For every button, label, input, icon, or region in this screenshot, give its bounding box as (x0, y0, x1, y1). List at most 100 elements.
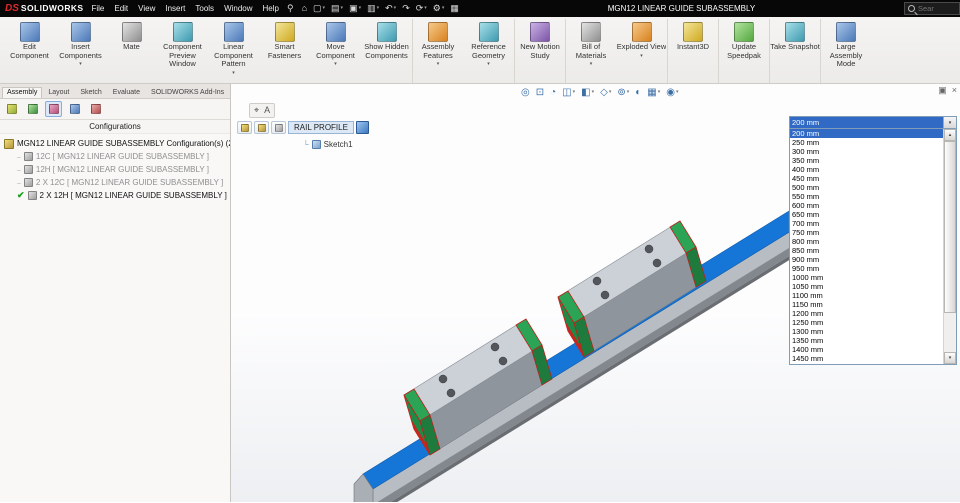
heads-up-button[interactable]: ◫ (560, 85, 577, 99)
length-option[interactable]: 1250 mm (790, 318, 943, 327)
heads-up-button[interactable]: ◧ (579, 85, 596, 99)
flyout-caret-icon[interactable] (640, 53, 643, 59)
menu-item[interactable]: Edit (114, 4, 128, 13)
toolbar-icon[interactable]: ⟳ (416, 4, 427, 13)
graphics-viewport[interactable]: ◎ ⊡ ◔ ◫ ▾ ◧ ▾ ◇ ▾ ⊚ ▾ ◐ ▦ ▾ ◉ ▾ ▣ × ⌖ A … (231, 84, 960, 502)
command-tab[interactable]: SOLIDWORKS Add-Ins (146, 87, 229, 98)
context-button[interactable]: ⌖ (253, 105, 260, 116)
ribbon-command-button[interactable]: New Motion Study (514, 19, 565, 83)
flyout-caret-icon[interactable] (437, 61, 440, 67)
breadcrumb-chip[interactable] (271, 121, 286, 134)
breadcrumb-part-label[interactable]: RAIL PROFILE (288, 121, 354, 134)
configuration-row[interactable]: 12C [ MGN12 LINEAR GUIDE SUBASSEMBLY ] (4, 150, 230, 163)
menu-item[interactable]: Window (224, 4, 252, 13)
scrollbar-track[interactable] (944, 141, 956, 352)
length-option[interactable]: 450 mm (790, 174, 943, 183)
corner-icon[interactable]: ▣ (938, 86, 947, 95)
heads-up-button[interactable]: ⊚ (615, 85, 631, 99)
dropdown-caret-icon[interactable] (394, 6, 397, 11)
configuration-row[interactable]: 2 X 12H [ MGN12 LINEAR GUIDE SUBASSEMBLY… (4, 189, 230, 202)
menu-item[interactable]: Insert (165, 4, 185, 13)
list-scrollbar[interactable]: ▴ ▾ (943, 129, 956, 364)
length-option[interactable]: 1450 mm (790, 354, 943, 363)
ribbon-command-button[interactable]: Smart Fasteners (259, 19, 310, 83)
command-tab[interactable]: Evaluate (108, 87, 145, 98)
length-option[interactable]: 550 mm (790, 192, 943, 201)
ribbon-command-button[interactable]: Large Assembly Mode (820, 19, 871, 83)
dropdown-caret-icon[interactable] (377, 6, 380, 11)
scroll-down-arrow[interactable]: ▾ (944, 352, 956, 364)
toolbar-icon[interactable]: ⚙ (433, 4, 445, 13)
length-option[interactable]: 1300 mm (790, 327, 943, 336)
length-option[interactable]: 300 mm (790, 147, 943, 156)
panel-tab[interactable] (87, 101, 104, 117)
toolbar-icon[interactable]: ▤ (331, 4, 343, 13)
menu-item[interactable]: Tools (195, 4, 214, 13)
toolbar-icon[interactable]: ▦ (450, 4, 459, 13)
ribbon-command-button[interactable]: Show Hidden Components (361, 19, 412, 83)
context-button[interactable]: A (263, 105, 271, 116)
search-box[interactable] (904, 2, 960, 15)
toolbar-icon[interactable]: ▥ (367, 4, 379, 13)
length-option[interactable]: 1100 mm (790, 291, 943, 300)
heads-up-button[interactable]: ◎ (519, 85, 532, 99)
ribbon-command-button[interactable]: Insert Components (55, 19, 106, 83)
length-option[interactable]: 1000 mm (790, 273, 943, 282)
configuration-row[interactable]: 2 X 12C [ MGN12 LINEAR GUIDE SUBASSEMBLY… (4, 176, 230, 189)
dropdown-caret-icon[interactable] (359, 6, 362, 11)
length-option[interactable]: 700 mm (790, 219, 943, 228)
linear-rail[interactable] (353, 210, 800, 502)
heads-up-button[interactable]: ▦ (645, 85, 662, 99)
heads-up-button[interactable]: ⊡ (534, 85, 546, 99)
dropdown-caret-icon[interactable] (676, 89, 679, 95)
corner-icon[interactable]: × (952, 86, 957, 95)
flyout-caret-icon[interactable] (334, 61, 337, 67)
ribbon-command-button[interactable]: Mate (106, 19, 157, 83)
toolbar-icon[interactable]: ▢ (313, 4, 325, 13)
length-combo-box[interactable]: 200 mm (789, 116, 957, 129)
breadcrumb-chip[interactable] (237, 121, 252, 134)
dropdown-caret-icon[interactable] (424, 6, 427, 11)
dropdown-caret-icon[interactable] (323, 6, 326, 11)
dropdown-caret-icon[interactable] (609, 89, 612, 95)
breadcrumb-sketch-row[interactable]: Sketch1 (303, 140, 353, 149)
flyout-caret-icon[interactable] (590, 61, 593, 67)
ribbon-command-button[interactable]: Update Speedpak (718, 19, 769, 83)
length-option[interactable]: 1400 mm (790, 345, 943, 354)
dropdown-caret-icon[interactable] (442, 6, 445, 11)
dropdown-caret-icon[interactable] (627, 89, 630, 95)
ribbon-command-button[interactable]: Exploded View (616, 19, 667, 83)
panel-tab[interactable] (66, 101, 83, 117)
length-option[interactable]: 650 mm (790, 210, 943, 219)
pin-menu-icon[interactable]: ⚲ (287, 3, 294, 14)
heads-up-button[interactable]: ◔ (548, 85, 558, 99)
length-option[interactable]: 800 mm (790, 237, 943, 246)
heads-up-button[interactable]: ◇ (598, 85, 613, 99)
toolbar-icon[interactable]: ▣ (349, 4, 361, 13)
panel-tab[interactable] (3, 101, 20, 117)
toolbar-icon[interactable]: ↷ (402, 4, 410, 13)
tree-root-row[interactable]: MGN12 LINEAR GUIDE SUBASSEMBLY Configura… (4, 137, 230, 150)
ribbon-command-button[interactable]: Linear Component Pattern (208, 19, 259, 83)
toolbar-icon[interactable]: ↶ (385, 4, 396, 13)
length-option[interactable]: 900 mm (790, 255, 943, 264)
breadcrumb-chip[interactable] (254, 121, 269, 134)
length-option[interactable]: 850 mm (790, 246, 943, 255)
length-option[interactable]: 1200 mm (790, 309, 943, 318)
ribbon-command-button[interactable]: Assembly Features (412, 19, 463, 83)
dropdown-caret-icon[interactable] (341, 6, 344, 11)
heads-up-button[interactable]: ◐ (633, 85, 643, 99)
flyout-caret-icon[interactable] (232, 70, 235, 76)
flyout-caret-icon[interactable] (79, 61, 82, 67)
ribbon-command-button[interactable]: Bill of Materials (565, 19, 616, 83)
breadcrumb-feature-icon[interactable] (355, 121, 369, 134)
command-tab[interactable]: Layout (43, 87, 74, 98)
ribbon-command-button[interactable]: Move Component (310, 19, 361, 83)
combo-dropdown-button[interactable] (943, 117, 956, 128)
panel-tab[interactable] (24, 101, 41, 117)
length-option[interactable]: 600 mm (790, 201, 943, 210)
dropdown-caret-icon[interactable] (573, 89, 576, 95)
configuration-row[interactable]: 12H [ MGN12 LINEAR GUIDE SUBASSEMBLY ] (4, 163, 230, 176)
ribbon-command-button[interactable]: Edit Component (4, 19, 55, 83)
combo-selected-value[interactable]: 200 mm (790, 117, 943, 128)
